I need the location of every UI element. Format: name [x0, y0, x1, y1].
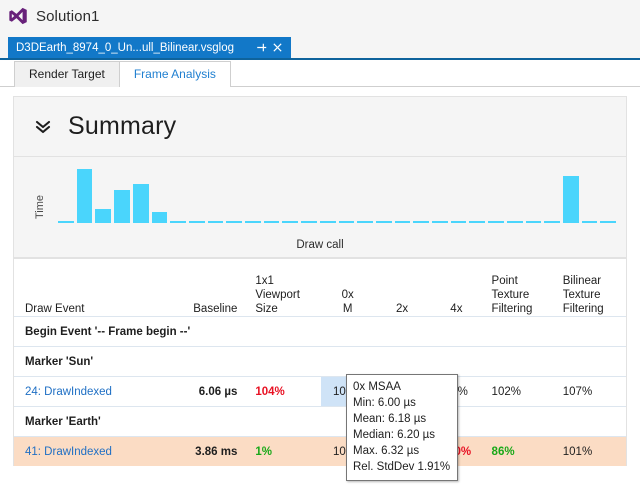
- column-header-point-line3: Filtering: [491, 303, 533, 315]
- chart-bar[interactable]: [282, 220, 299, 223]
- chart-bar[interactable]: [58, 220, 74, 223]
- column-header-point-line2: Texture: [491, 289, 530, 301]
- tooltip-line: Max. 6.32 µs: [353, 445, 420, 457]
- column-header-viewport-line2: Viewport: [255, 289, 300, 301]
- double-chevron-down-icon[interactable]: [34, 118, 52, 136]
- chart-plot-area: [58, 165, 617, 223]
- column-header-msaa-0x-line1: 0x: [341, 289, 354, 301]
- column-header-bilinear-line3: Filtering: [562, 303, 604, 315]
- chart-bar[interactable]: [469, 220, 486, 223]
- chart-bar[interactable]: [357, 220, 373, 223]
- column-header-baseline: Baseline: [193, 303, 238, 315]
- chart-bar[interactable]: [132, 183, 149, 223]
- chart-bar[interactable]: [170, 220, 186, 223]
- point-texture-filtering-value[interactable]: 102%: [484, 386, 555, 398]
- frame-analysis-table: Draw Event Baseline 1x1 Viewport Size 0x…: [13, 258, 627, 466]
- chart-bars: [58, 165, 617, 223]
- chart-bar[interactable]: [207, 220, 224, 223]
- chart-bar[interactable]: [95, 208, 112, 223]
- tooltip-line: Mean: 6.18 µs: [353, 413, 427, 425]
- column-header-msaa-0x: 0x M: [321, 288, 375, 316]
- chart-bar[interactable]: [544, 220, 560, 223]
- column-header-draw-event: Draw Event: [25, 303, 85, 315]
- table-group-row[interactable]: Begin Event '-- Frame begin --': [14, 316, 626, 346]
- baseline-value: 6.06 µs: [198, 385, 238, 398]
- page-title: Summary: [68, 112, 177, 140]
- frame-analysis-pane: Render Target Frame Analysis Summary Tim…: [0, 60, 640, 501]
- chart-bar[interactable]: [394, 220, 411, 223]
- chart-bar[interactable]: [76, 169, 93, 223]
- pin-icon[interactable]: [254, 41, 268, 55]
- table-group-row[interactable]: Marker 'Sun': [14, 346, 626, 376]
- table-group-row[interactable]: Marker 'Earth': [14, 406, 626, 436]
- column-header-viewport-line1: 1x1: [255, 275, 274, 287]
- group-row-label: Begin Event '-- Frame begin --': [25, 325, 191, 338]
- msaa-statistics-tooltip: 0x MSAA Min: 6.00 µs Mean: 6.18 µs Median: …: [346, 374, 458, 481]
- chart-bar[interactable]: [338, 220, 355, 223]
- chart-bar[interactable]: [245, 220, 261, 223]
- visual-studio-logo-icon: [9, 7, 27, 25]
- tooltip-line: Min: 6.00 µs: [353, 397, 416, 409]
- title-bar: Solution1: [0, 0, 640, 32]
- document-tab-strip: D3DEarth_8974_0_Un...ull_Bilinear.vsglog: [0, 32, 640, 60]
- chart-bar[interactable]: [562, 176, 579, 223]
- chart-bar[interactable]: [450, 220, 467, 223]
- tooltip-line: 0x MSAA: [353, 381, 401, 393]
- tooltip-line: Median: 6.20 µs: [353, 429, 436, 441]
- table-row[interactable]: 41: DrawIndexed3.86 ms1%100%161%170%86%1…: [14, 436, 626, 466]
- tab-frame-analysis[interactable]: Frame Analysis: [118, 61, 231, 87]
- chart-y-axis-label: Time: [34, 194, 47, 220]
- table-body: Begin Event '-- Frame begin --' Marker 'S…: [14, 316, 626, 466]
- draw-event-link[interactable]: 24: DrawIndexed: [14, 386, 170, 398]
- chart-bar[interactable]: [151, 211, 168, 223]
- column-header-msaa-2x: 2x: [395, 303, 409, 315]
- group-row-label: Marker 'Earth': [25, 415, 101, 428]
- chart-bar[interactable]: [488, 220, 504, 223]
- chart-bar[interactable]: [114, 189, 130, 223]
- viewport-size-value[interactable]: 104%: [237, 386, 320, 398]
- chart-bar[interactable]: [600, 220, 617, 223]
- table-header-row: Draw Event Baseline 1x1 Viewport Size 0x…: [14, 258, 626, 316]
- chart-bar[interactable]: [506, 220, 523, 223]
- group-row-label: Marker 'Sun': [25, 355, 94, 368]
- chart-bar[interactable]: [581, 220, 598, 223]
- summary-card: Summary Time Draw call: [13, 96, 627, 258]
- chart-bar[interactable]: [375, 220, 392, 223]
- chart-bar[interactable]: [432, 220, 448, 223]
- window-title: Solution1: [36, 7, 100, 25]
- chart-bar[interactable]: [413, 220, 430, 223]
- draw-call-time-chart: Time Draw call: [14, 157, 626, 257]
- close-icon[interactable]: [270, 41, 284, 55]
- chart-bar[interactable]: [301, 220, 317, 223]
- column-header-msaa-4x: 4x: [450, 303, 463, 315]
- bilinear-texture-filtering-value[interactable]: 107%: [555, 386, 626, 398]
- baseline-value: 3.86 ms: [195, 445, 238, 458]
- document-tab-label: D3DEarth_8974_0_Un...ull_Bilinear.vsglog: [16, 41, 235, 54]
- column-header-point-texture-filtering: Point Texture Filtering: [484, 274, 555, 316]
- column-header-bilinear-line2: Texture: [562, 289, 601, 301]
- summary-header[interactable]: Summary: [14, 97, 626, 157]
- document-tab-vsglog[interactable]: D3DEarth_8974_0_Un...ull_Bilinear.vsglog: [8, 37, 292, 60]
- point-texture-filtering-value[interactable]: 86%: [484, 446, 555, 458]
- tooltip-line: Rel. StdDev 1.91%: [353, 461, 451, 473]
- chart-bar[interactable]: [188, 220, 205, 223]
- column-header-viewport-line3: Size: [255, 303, 278, 315]
- chart-bar[interactable]: [525, 220, 542, 223]
- chart-x-axis-label: Draw call: [296, 239, 344, 251]
- tab-render-target[interactable]: Render Target: [14, 61, 120, 87]
- chart-bar[interactable]: [226, 220, 243, 223]
- inner-tab-strip: Render Target Frame Analysis: [0, 60, 640, 87]
- chart-bar[interactable]: [263, 220, 280, 223]
- column-header-viewport-size: 1x1 Viewport Size: [237, 274, 320, 316]
- column-header-msaa-0x-line2: M: [342, 303, 353, 315]
- column-header-point-line1: Point: [491, 275, 518, 287]
- column-header-bilinear-line1: Bilinear: [562, 275, 602, 287]
- table-row[interactable]: 24: DrawIndexed6.06 µs104%102%94%98%102%…: [14, 376, 626, 406]
- column-header-bilinear-texture-filtering: Bilinear Texture Filtering: [555, 274, 626, 316]
- draw-event-link[interactable]: 41: DrawIndexed: [14, 446, 170, 458]
- chart-bar[interactable]: [319, 220, 336, 223]
- bilinear-texture-filtering-value[interactable]: 101%: [555, 446, 626, 458]
- viewport-size-value[interactable]: 1%: [237, 446, 320, 458]
